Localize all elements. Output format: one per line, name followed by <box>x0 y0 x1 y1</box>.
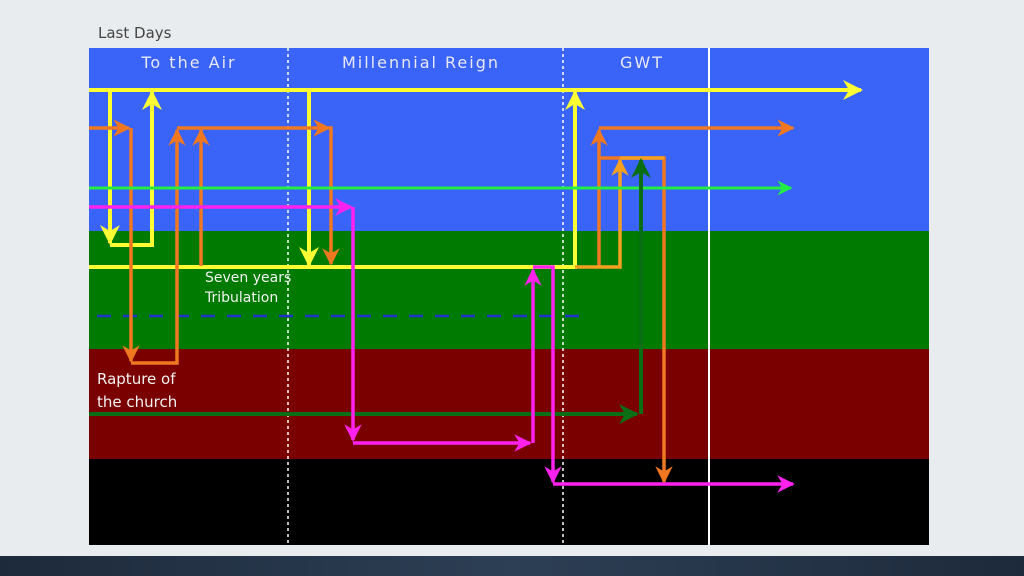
orange-down-2 <box>322 126 340 266</box>
footer-bar <box>0 556 1024 576</box>
column-label-gwt: GWT <box>620 53 664 72</box>
slide-title: Last Days <box>98 24 172 42</box>
last-days-diagram: To the Air Millennial Reign GWT Seven ye… <box>89 48 929 545</box>
column-label-to-the-air: To the Air <box>140 53 236 72</box>
lake-band <box>89 459 929 545</box>
heaven-band <box>89 48 929 231</box>
tribulation-label-line2: Tribulation <box>205 290 279 306</box>
rapture-label-line2: the church <box>97 393 178 411</box>
tribulation-label-line1: Seven years <box>205 270 292 286</box>
column-label-millennial-reign: Millennial Reign <box>342 53 500 72</box>
rapture-label-line1: Rapture of <box>97 370 176 388</box>
